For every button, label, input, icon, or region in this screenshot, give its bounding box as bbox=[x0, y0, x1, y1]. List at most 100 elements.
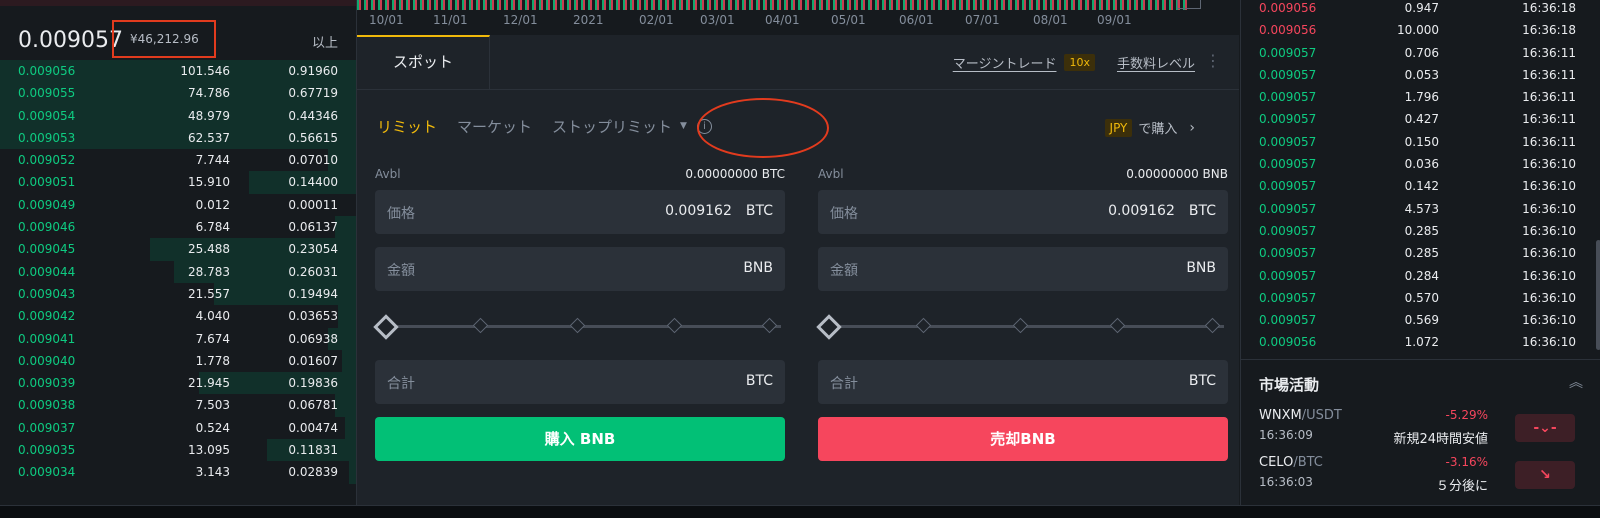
sell-panel: Avbl 0.00000000 BNB 価格 0.009162 BTC 金額 BN… bbox=[816, 160, 1228, 461]
orderbook-row[interactable]: 0.009041 7.674 0.06938 bbox=[0, 327, 356, 350]
slider-mark-25[interactable] bbox=[915, 317, 932, 334]
trade-time: 16:36:11 bbox=[1522, 112, 1576, 127]
trade-price: 0.009057 bbox=[1259, 223, 1317, 238]
sell-percent-slider[interactable] bbox=[816, 304, 1228, 348]
slider-mark-25[interactable] bbox=[472, 317, 489, 334]
chart-date-tick: 03/01 bbox=[700, 13, 735, 27]
bid-price: 0.009043 bbox=[18, 286, 76, 301]
bid-total: 0.56615 bbox=[288, 130, 338, 145]
trade-row: 0.009057 0.427 16:36:11 bbox=[1241, 108, 1586, 130]
bid-total: 0.19494 bbox=[288, 286, 338, 301]
trade-row: 0.009057 4.573 16:36:10 bbox=[1241, 198, 1586, 220]
fiat-buy-link[interactable]: JPY で購入 › bbox=[1104, 118, 1195, 137]
trade-time: 16:36:10 bbox=[1522, 335, 1576, 350]
orderbook-row[interactable]: 0.009053 62.537 0.56615 bbox=[0, 126, 356, 150]
buy-button[interactable]: 購入 BNB bbox=[375, 417, 785, 461]
slider-handle[interactable] bbox=[816, 314, 842, 340]
trade-time: 16:36:10 bbox=[1522, 290, 1576, 305]
bid-price: 0.009055 bbox=[18, 86, 76, 101]
orderbook-row[interactable]: 0.009056 101.546 0.91960 bbox=[0, 60, 356, 83]
sell-amount-input[interactable]: 金額 BNB bbox=[818, 247, 1228, 291]
bid-total: 0.26031 bbox=[288, 264, 338, 279]
sell-price-value[interactable]: 0.009162 bbox=[1108, 203, 1175, 219]
trade-price: 0.009056 bbox=[1259, 23, 1317, 38]
orderbook-row[interactable]: 0.009049 0.012 0.00011 bbox=[0, 194, 356, 216]
slider-handle[interactable] bbox=[373, 314, 399, 340]
orderbook-row[interactable]: 0.009052 7.744 0.07010 bbox=[0, 149, 356, 172]
market-base: WNXM bbox=[1259, 408, 1302, 423]
bid-amount: 21.557 bbox=[188, 286, 230, 301]
buy-price-value[interactable]: 0.009162 bbox=[665, 203, 732, 219]
market-activity-item[interactable]: CELO/BTC 16:36:03 -3.16% ５分後に ↘ bbox=[1241, 455, 1600, 499]
slider-mark-100[interactable] bbox=[761, 317, 778, 334]
market-base: CELO bbox=[1259, 455, 1294, 470]
trade-qty: 1.796 bbox=[1404, 90, 1439, 105]
order-type-stop-limit[interactable]: ストップリミット bbox=[552, 116, 672, 137]
more-options-icon[interactable]: ⋮ bbox=[1205, 51, 1221, 70]
bid-amount: 21.945 bbox=[188, 376, 230, 391]
depth-bar bbox=[342, 349, 356, 373]
orderbook-row[interactable]: 0.009046 6.784 0.06137 bbox=[0, 216, 356, 239]
orderbook-row[interactable]: 0.009043 21.557 0.19494 bbox=[0, 282, 356, 306]
annotation-circle bbox=[697, 98, 829, 158]
orderbook-row[interactable]: 0.009038 7.503 0.06781 bbox=[0, 394, 356, 417]
bid-price: 0.009046 bbox=[18, 220, 76, 235]
sell-button[interactable]: 売却BNB bbox=[818, 417, 1228, 461]
buy-amount-input[interactable]: 金額 BNB bbox=[375, 247, 785, 291]
bid-amount: 1.778 bbox=[195, 353, 230, 368]
slider-mark-100[interactable] bbox=[1204, 317, 1221, 334]
sell-price-label: 価格 bbox=[830, 206, 858, 222]
market-activity-item[interactable]: WNXM/USDT 16:36:09 -5.29% 新規24時間安値 -⌄- bbox=[1241, 408, 1600, 452]
slider-mark-75[interactable] bbox=[666, 317, 683, 334]
leverage-badge: 10x bbox=[1064, 54, 1095, 71]
orderbook-row[interactable]: 0.009044 28.783 0.26031 bbox=[0, 260, 356, 283]
orderbook-row[interactable]: 0.009034 3.143 0.02839 bbox=[0, 461, 356, 484]
orderbook-row[interactable]: 0.009055 74.786 0.67719 bbox=[0, 82, 356, 105]
slider-mark-50[interactable] bbox=[1012, 317, 1029, 334]
slider-mark-75[interactable] bbox=[1109, 317, 1126, 334]
buy-percent-slider[interactable] bbox=[373, 304, 785, 348]
orderbook-row[interactable]: 0.009039 21.945 0.19836 bbox=[0, 372, 356, 395]
trade-row: 0.009057 0.142 16:36:10 bbox=[1241, 175, 1586, 197]
buy-total-label: 合計 bbox=[387, 376, 415, 392]
bid-total: 0.02839 bbox=[288, 465, 338, 480]
orderbook-row[interactable]: 0.009051 15.910 0.14400 bbox=[0, 171, 356, 194]
sell-total-input[interactable]: 合計 BTC bbox=[818, 360, 1228, 404]
new-low-icon[interactable]: -⌄- bbox=[1515, 414, 1575, 442]
buy-avbl-label: Avbl bbox=[375, 167, 401, 181]
orderbook-row[interactable]: 0.009054 48.979 0.44346 bbox=[0, 104, 356, 127]
bid-amount: 25.488 bbox=[188, 242, 230, 257]
arrow-down-right-icon[interactable]: ↘ bbox=[1515, 461, 1575, 489]
fee-level-link[interactable]: 手数料レベル bbox=[1117, 53, 1195, 72]
bid-total: 0.03653 bbox=[288, 309, 338, 324]
trade-price: 0.009057 bbox=[1259, 201, 1317, 216]
trade-qty: 0.036 bbox=[1404, 157, 1439, 172]
more-link[interactable]: 以上 bbox=[312, 32, 338, 51]
orderbook-row[interactable]: 0.009035 13.095 0.11831 bbox=[0, 439, 356, 462]
scrollbar[interactable] bbox=[1596, 240, 1600, 350]
tab-spot[interactable]: スポット bbox=[357, 35, 490, 89]
chart-date-tick: 11/01 bbox=[433, 13, 468, 27]
collapse-icon[interactable]: ︽ bbox=[1569, 372, 1583, 392]
chevron-down-icon[interactable]: ▼ bbox=[680, 121, 687, 131]
trade-time: 16:36:10 bbox=[1522, 157, 1576, 172]
buy-total-input[interactable]: 合計 BTC bbox=[375, 360, 785, 404]
margin-trade-link[interactable]: マージントレード bbox=[953, 53, 1057, 72]
sell-price-input[interactable]: 価格 0.009162 BTC bbox=[818, 190, 1228, 234]
buy-available: Avbl 0.00000000 BTC bbox=[375, 160, 785, 190]
orderbook-row[interactable]: 0.009042 4.040 0.03653 bbox=[0, 305, 356, 328]
orderbook-row[interactable]: 0.009037 0.524 0.00474 bbox=[0, 416, 356, 440]
bid-total: 0.00011 bbox=[288, 197, 338, 212]
trade-price: 0.009057 bbox=[1259, 90, 1317, 105]
orderbook-row[interactable]: 0.009040 1.778 0.01607 bbox=[0, 349, 356, 373]
bid-price: 0.009051 bbox=[18, 175, 76, 190]
order-type-limit[interactable]: リミット bbox=[377, 116, 437, 137]
trade-row: 0.009057 0.706 16:36:11 bbox=[1241, 42, 1586, 64]
slider-mark-50[interactable] bbox=[569, 317, 586, 334]
buy-price-input[interactable]: 価格 0.009162 BTC bbox=[375, 190, 785, 234]
orderbook-row[interactable]: 0.009045 25.488 0.23054 bbox=[0, 238, 356, 261]
trade-time: 16:36:10 bbox=[1522, 179, 1576, 194]
order-type-market[interactable]: マーケット bbox=[457, 116, 532, 137]
chart-date-tick: 04/01 bbox=[765, 13, 800, 27]
bid-price: 0.009038 bbox=[18, 398, 76, 413]
